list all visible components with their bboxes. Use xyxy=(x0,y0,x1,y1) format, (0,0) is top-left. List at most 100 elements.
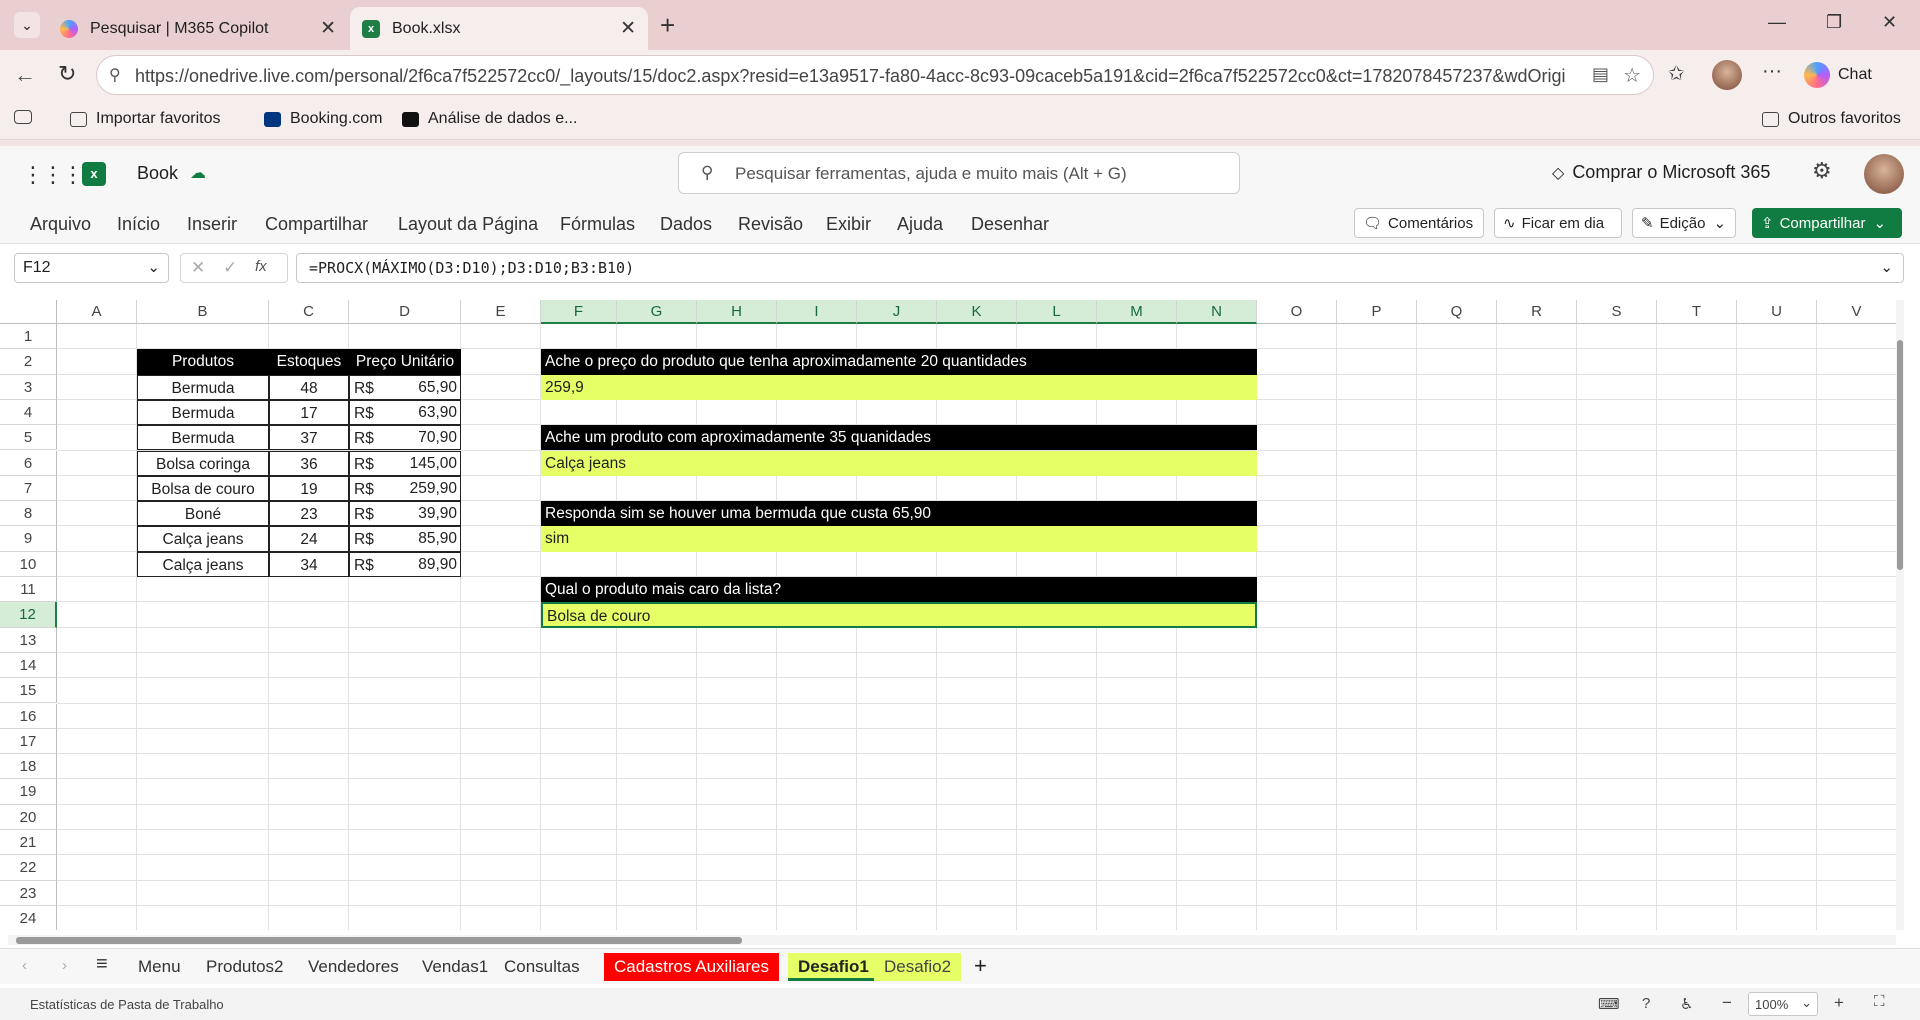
row-header[interactable]: 23 xyxy=(0,880,57,906)
table-cell-produto[interactable]: Boné xyxy=(137,501,269,527)
menu-inserir[interactable]: Inserir xyxy=(187,214,237,235)
table-header-produtos[interactable]: Produtos xyxy=(137,349,269,375)
app-launcher-icon[interactable]: ⋮⋮⋮ xyxy=(22,162,84,188)
fullscreen-icon[interactable]: ⛶ xyxy=(1874,993,1885,1010)
table-cell-preco[interactable]: 89,90 xyxy=(349,552,461,577)
row-header[interactable]: 22 xyxy=(0,855,57,881)
column-header[interactable]: G xyxy=(617,300,697,324)
name-box[interactable]: F12 ⌄ xyxy=(14,253,169,283)
column-header[interactable]: H xyxy=(697,300,777,324)
minimize-icon[interactable]: — xyxy=(1768,12,1786,33)
row-header[interactable]: 12 xyxy=(0,602,57,628)
column-header[interactable]: U xyxy=(1737,300,1817,324)
table-cell-preco[interactable]: 259,90 xyxy=(349,476,461,501)
table-cell-preco[interactable]: 39,90 xyxy=(349,501,461,526)
worksheet-grid[interactable]: ABCDEFGHIJKLMNOPQRSTUV 1 2 3 4 5 6 7 8 9 10 11 12 13… xyxy=(0,300,1904,930)
table-cell-preco[interactable]: 145,00 xyxy=(349,451,461,476)
column-header[interactable]: S xyxy=(1577,300,1657,324)
column-header[interactable]: V xyxy=(1817,300,1897,324)
maximize-icon[interactable]: ❐ xyxy=(1826,12,1842,33)
confirm-icon[interactable]: ✓ xyxy=(223,258,237,278)
reload-icon[interactable]: ↻ xyxy=(58,61,76,87)
table-cell-produto[interactable]: Bermuda xyxy=(137,399,269,426)
table-cell-produto[interactable]: Calça jeans xyxy=(137,526,269,552)
browser-tab-book[interactable]: x Book.xlsx ✕ xyxy=(350,7,648,50)
table-cell-preco[interactable]: 65,90 xyxy=(349,375,461,400)
row-header[interactable]: 24 xyxy=(0,905,57,930)
row-header[interactable]: 3 xyxy=(0,374,57,400)
table-cell-produto[interactable]: Bolsa de couro xyxy=(137,475,269,502)
answer-cell[interactable]: Calça jeans xyxy=(541,450,1257,476)
selected-answer-cell[interactable]: Bolsa de couro xyxy=(541,602,1257,628)
share-button[interactable]: ⇪ Compartilhar ⌄ xyxy=(1752,208,1902,238)
table-header-preco[interactable]: Preço Unitário xyxy=(349,349,461,375)
tab-list-chevron-icon[interactable]: ⌄ xyxy=(14,12,40,38)
user-avatar[interactable] xyxy=(1864,154,1904,194)
sheet-tab[interactable]: Menu xyxy=(128,953,191,981)
row-header[interactable]: 7 xyxy=(0,475,57,502)
menu-layout[interactable]: Layout da Página xyxy=(398,214,538,235)
editing-mode-button[interactable]: ✎ Edição ⌄ xyxy=(1632,208,1736,238)
url-text[interactable]: https://onedrive.live.com/personal/2f6ca… xyxy=(135,66,1565,87)
scrollbar-thumb[interactable] xyxy=(1897,340,1903,570)
add-sheet-icon[interactable]: + xyxy=(974,953,987,979)
table-cell-estoque[interactable]: 36 xyxy=(269,450,349,476)
favorite-item[interactable]: Análise de dados e... xyxy=(402,110,577,128)
table-cell-preco[interactable]: 70,90 xyxy=(349,425,461,450)
menu-ajuda[interactable]: Ajuda xyxy=(897,214,943,235)
zoom-select[interactable]: 100% ⌄ xyxy=(1748,992,1818,1016)
column-header[interactable]: P xyxy=(1337,300,1417,324)
browser-tab-copilot[interactable]: Pesquisar | M365 Copilot ✕ xyxy=(48,7,348,50)
row-header[interactable]: 19 xyxy=(0,779,57,805)
close-tab-icon[interactable]: ✕ xyxy=(320,17,336,40)
row-header[interactable]: 13 xyxy=(0,627,57,653)
column-header[interactable]: E xyxy=(461,300,541,324)
new-tab-icon[interactable]: + xyxy=(660,10,675,41)
row-header[interactable]: 16 xyxy=(0,703,57,729)
function-icon[interactable]: fx xyxy=(255,258,267,275)
profile-avatar[interactable] xyxy=(1712,60,1742,90)
column-header[interactable]: N xyxy=(1177,300,1257,324)
site-info-icon[interactable]: ⚲ xyxy=(109,65,121,85)
workbook-statistics[interactable]: Estatísticas de Pasta de Trabalho xyxy=(30,997,224,1012)
table-cell-estoque[interactable]: 24 xyxy=(269,526,349,552)
table-cell-estoque[interactable]: 34 xyxy=(269,551,349,577)
row-header[interactable]: 17 xyxy=(0,728,57,755)
favorites-icon[interactable]: ✩ xyxy=(1668,61,1685,86)
comments-button[interactable]: 🗨 Comentários xyxy=(1354,208,1484,238)
sheet-tab[interactable]: Desafio2 xyxy=(874,953,962,981)
favorite-star-icon[interactable]: ☆ xyxy=(1623,63,1641,88)
menu-formulas[interactable]: Fórmulas xyxy=(560,214,635,235)
favorite-item[interactable]: Importar favoritos xyxy=(70,110,220,128)
row-header[interactable]: 20 xyxy=(0,804,57,830)
menu-dados[interactable]: Dados xyxy=(660,214,712,235)
column-header[interactable]: O xyxy=(1257,300,1337,324)
column-header[interactable]: A xyxy=(57,300,137,324)
menu-compartilhar[interactable]: Compartilhar xyxy=(265,214,368,235)
address-bar[interactable]: ⚲ https://onedrive.live.com/personal/2f6… xyxy=(96,55,1654,95)
row-header[interactable]: 14 xyxy=(0,652,57,679)
answer-cell[interactable]: 259,9 xyxy=(541,374,1257,400)
next-sheet-icon[interactable]: › xyxy=(62,957,67,974)
vertical-scrollbar[interactable] xyxy=(1896,300,1904,930)
row-header[interactable]: 8 xyxy=(0,501,57,527)
column-header[interactable]: B xyxy=(137,300,269,324)
sheet-tab[interactable]: Consultas xyxy=(494,953,590,981)
table-header-estoques[interactable]: Estoques xyxy=(269,349,349,375)
horizontal-scrollbar[interactable] xyxy=(8,935,1896,945)
close-tab-icon[interactable]: ✕ xyxy=(620,17,636,40)
settings-gear-icon[interactable]: ⚙ xyxy=(1812,158,1832,184)
saved-status-icon[interactable]: ☁ xyxy=(190,163,206,183)
search-box[interactable]: ⚲ Pesquisar ferramentas, ajuda e muito m… xyxy=(678,152,1240,194)
row-header[interactable]: 18 xyxy=(0,754,57,780)
sheet-tab[interactable]: Cadastros Auxiliares xyxy=(604,953,779,981)
table-cell-preco[interactable]: 63,90 xyxy=(349,400,461,425)
reader-view-icon[interactable]: ▤ xyxy=(1592,64,1609,85)
table-cell-estoque[interactable]: 19 xyxy=(269,475,349,502)
row-header[interactable]: 2 xyxy=(0,349,57,375)
table-cell-produto[interactable]: Bermuda xyxy=(137,374,269,400)
expand-formula-icon[interactable]: ⌄ xyxy=(1880,258,1893,276)
row-header[interactable]: 4 xyxy=(0,399,57,426)
column-header[interactable]: I xyxy=(777,300,857,324)
row-header[interactable]: 1 xyxy=(0,324,57,350)
